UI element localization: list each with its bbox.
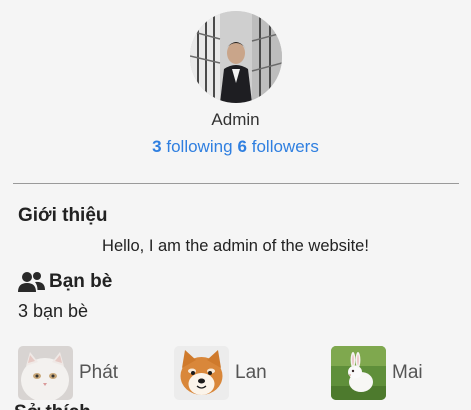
profile-page: Admin 3 following 6 followers Giới thiệu …	[0, 0, 471, 410]
followers-count[interactable]: 6	[238, 137, 247, 156]
friend-item-lan[interactable]: Lan	[174, 346, 267, 400]
friends-count: 3 bạn bè	[18, 301, 89, 321]
friend-name[interactable]: Lan	[235, 362, 267, 384]
white-cat-photo	[18, 346, 73, 400]
intro-text: Hello, I am the admin of the website!	[102, 237, 369, 255]
followers-label[interactable]: followers	[252, 137, 319, 156]
follow-stats: 3 following 6 followers	[0, 137, 471, 157]
shiba-dog-photo	[174, 346, 229, 400]
following-count[interactable]: 3	[152, 137, 161, 156]
friend-name[interactable]: Mai	[392, 362, 423, 384]
profile-avatar[interactable]	[190, 11, 282, 103]
users-icon	[18, 271, 45, 293]
avatar-photo	[190, 11, 282, 103]
friend-name[interactable]: Phát	[79, 362, 118, 384]
following-label[interactable]: following	[166, 137, 232, 156]
friends-heading-label: Bạn bè	[49, 271, 113, 292]
friend-item-phat[interactable]: Phát	[18, 346, 118, 400]
friends-heading: Bạn bè	[18, 271, 112, 293]
friend-avatar[interactable]	[18, 346, 73, 400]
intro-heading: Giới thiệu	[18, 205, 108, 226]
profile-username: Admin	[211, 110, 260, 129]
friend-item-mai[interactable]: Mai	[331, 346, 423, 400]
next-section-heading: Sở thích	[14, 402, 91, 410]
friend-avatar[interactable]	[331, 346, 386, 400]
section-divider	[13, 183, 459, 184]
friend-avatar[interactable]	[174, 346, 229, 400]
white-rabbit-photo	[331, 346, 386, 400]
